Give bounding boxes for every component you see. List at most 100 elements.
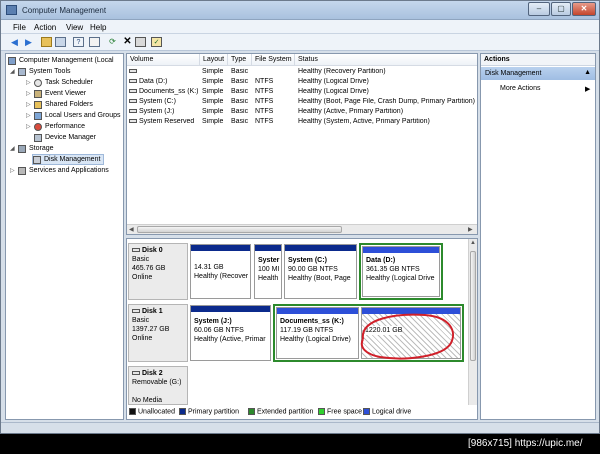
disk-legend: Unallocated Primary partition Extended p… (127, 406, 467, 418)
scrollbar-thumb[interactable] (137, 226, 342, 233)
partition-system-reserved[interactable]: Syster 100 MI Health (254, 244, 282, 299)
partition-data-d[interactable]: Data (D:) 361.35 GB NTFS Healthy (Logica… (362, 246, 440, 297)
disk-management-icon (33, 155, 41, 164)
help-icon[interactable]: ? (73, 37, 84, 47)
shared-folder-icon (34, 100, 42, 109)
maximize-button[interactable]: ▢ (551, 2, 571, 16)
menu-help[interactable]: Help (90, 23, 106, 32)
refresh-icon[interactable]: ⟳ (107, 37, 118, 47)
computer-management-window: Computer Management – ▢ ✕ File Action Vi… (0, 0, 600, 434)
scroll-up-icon[interactable]: ▲ (470, 240, 476, 246)
tree-node-task-scheduler[interactable]: ▷ Task Scheduler (26, 77, 93, 88)
tools-icon (18, 67, 26, 76)
title-bar[interactable]: Computer Management – ▢ ✕ (1, 1, 599, 20)
column-volume[interactable]: Volume (127, 54, 200, 66)
volume-icon (129, 89, 137, 94)
primary-partition-swatch (179, 408, 186, 415)
device-manager-icon (34, 133, 42, 142)
event-log-icon (34, 89, 42, 98)
tree-node-storage[interactable]: ◢ Storage (10, 143, 54, 154)
volume-icon (129, 79, 137, 84)
services-icon (18, 166, 26, 175)
red-circle-annotation (360, 313, 454, 360)
tree-node-performance[interactable]: ▷ Performance (26, 121, 85, 132)
unallocated-swatch (129, 408, 136, 415)
disk-1-label[interactable]: Disk 1 Basic 1397.27 GB Online (128, 304, 188, 362)
check-icon[interactable]: ✓ (151, 37, 162, 47)
expand-icon[interactable]: ▷ (26, 101, 32, 108)
chevron-right-icon[interactable]: ▶ (585, 85, 590, 93)
vertical-scrollbar[interactable]: ▲ (468, 239, 477, 405)
disk-2-label[interactable]: Disk 2 Removable (G:) No Media (128, 366, 188, 405)
table-row[interactable]: Data (D:) Simple Basic NTFS Healthy (Log… (127, 78, 477, 88)
expand-icon[interactable]: ▷ (26, 112, 32, 119)
forward-arrow-icon[interactable]: ▶ (23, 37, 34, 47)
actions-header: Actions (481, 54, 595, 66)
more-actions-link[interactable]: More Actions (500, 85, 540, 92)
volume-icon (129, 109, 137, 114)
column-status[interactable]: Status (295, 54, 477, 66)
logical-drive-swatch (363, 408, 370, 415)
settings-icon[interactable] (135, 37, 146, 47)
tree-node-shared-folders[interactable]: ▷ Shared Folders (26, 99, 93, 110)
expand-icon[interactable]: ▷ (26, 123, 32, 130)
actions-pane: Actions Disk Management ▲ More Actions ▶ (480, 53, 596, 420)
expand-icon[interactable]: ▷ (26, 90, 32, 97)
partition-system-c[interactable]: System (C:) 90.00 GB NTFS Healthy (Boot,… (284, 244, 357, 299)
tree-node-system-tools[interactable]: ◢ System Tools (10, 66, 71, 77)
disk-0-label[interactable]: Disk 0 Basic 465.76 GB Online (128, 243, 188, 300)
scroll-left-icon[interactable]: ◀ (129, 226, 134, 233)
partition-recovery[interactable]: 14.31 GB Healthy (Recover (190, 244, 251, 299)
tree-node-root[interactable]: Computer Management (Local (8, 55, 114, 66)
table-row[interactable]: System (C:) Simple Basic NTFS Healthy (B… (127, 98, 477, 108)
scrollbar-thumb[interactable] (470, 251, 476, 361)
horizontal-scrollbar[interactable]: ◀ ▶ (127, 224, 477, 234)
collapse-icon[interactable]: ◢ (10, 145, 16, 152)
menu-bar: File Action View Help (1, 20, 599, 34)
performance-icon (34, 122, 42, 131)
toolbar: ◀ ▶ ? ⟳ ✕ ✓ (1, 34, 599, 51)
extended-partition-swatch (248, 408, 255, 415)
users-icon (34, 111, 42, 120)
menu-view[interactable]: View (66, 23, 83, 32)
clock-icon (34, 78, 42, 87)
actions-section-disk-management[interactable]: Disk Management ▲ (481, 67, 595, 80)
disk-icon (132, 248, 140, 253)
computer-icon (8, 56, 16, 65)
console-tree: Computer Management (Local ◢ System Tool… (5, 53, 124, 420)
up-folder-icon[interactable] (41, 37, 52, 47)
disk-icon (132, 371, 140, 376)
expand-icon[interactable]: ▷ (26, 79, 32, 86)
disk-graphical-view: Disk 0 Basic 465.76 GB Online 14.31 GB H… (126, 238, 478, 420)
tree-node-device-manager[interactable]: Device Manager (34, 132, 96, 143)
partition-system-j[interactable]: System (J:) 60.06 GB NTFS Healthy (Activ… (190, 305, 271, 361)
menu-action[interactable]: Action (34, 23, 56, 32)
tree-node-event-viewer[interactable]: ▷ Event Viewer (26, 88, 86, 99)
back-arrow-icon[interactable]: ◀ (9, 37, 20, 47)
table-row[interactable]: Documents_ss (K:) Simple Basic NTFS Heal… (127, 88, 477, 98)
table-row[interactable]: System Reserved Simple Basic NTFS Health… (127, 118, 477, 128)
delete-icon[interactable]: ✕ (122, 37, 133, 47)
table-row[interactable]: Simple Basic Healthy (Recovery Partition… (127, 68, 477, 78)
scroll-right-icon[interactable]: ▶ (468, 226, 473, 233)
volume-list: Volume Layout Type File System Status Si… (126, 53, 478, 235)
collapse-icon[interactable]: ◢ (10, 68, 16, 75)
show-hide-tree-icon[interactable] (55, 37, 66, 47)
tree-node-disk-management[interactable]: Disk Management (32, 154, 105, 165)
status-bar (1, 422, 599, 433)
menu-file[interactable]: File (13, 23, 26, 32)
column-layout[interactable]: Layout (200, 54, 228, 66)
minimize-button[interactable]: – (528, 2, 550, 16)
properties-icon[interactable] (89, 37, 100, 47)
expand-icon[interactable]: ▷ (10, 167, 16, 174)
column-type[interactable]: Type (228, 54, 252, 66)
chevron-up-icon[interactable]: ▲ (584, 69, 591, 76)
computer-management-icon (6, 5, 17, 15)
column-file-system[interactable]: File System (252, 54, 295, 66)
tree-node-local-users[interactable]: ▷ Local Users and Groups (26, 110, 120, 121)
partition-documents-k[interactable]: Documents_ss (K:) 117.19 GB NTFS Healthy… (276, 307, 359, 359)
tree-node-services[interactable]: ▷ Services and Applications (10, 165, 109, 176)
close-button[interactable]: ✕ (572, 2, 596, 16)
image-host-watermark: [986x715] https://upic.me/ (468, 438, 583, 449)
table-row[interactable]: System (J:) Simple Basic NTFS Healthy (A… (127, 108, 477, 118)
